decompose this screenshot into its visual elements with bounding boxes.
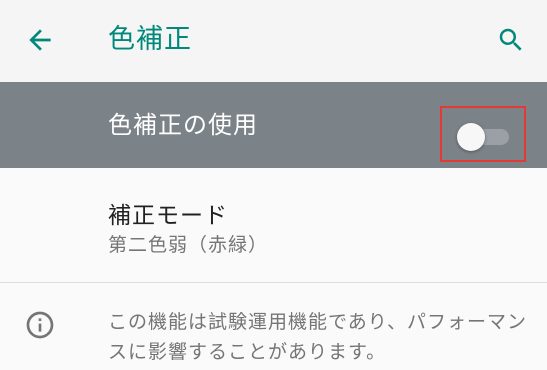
color-correction-toggle[interactable]	[457, 123, 511, 151]
search-icon	[499, 28, 522, 51]
info-footer: この機能は試験運用機能であり、パフォーマンスに影響することがあります。	[0, 283, 547, 370]
master-switch-row[interactable]: 色補正の使用	[0, 82, 547, 168]
back-button[interactable]	[20, 20, 60, 60]
search-button[interactable]	[491, 20, 531, 60]
info-icon	[26, 311, 54, 339]
page-title: 色補正	[108, 24, 192, 55]
arrow-back-icon	[29, 29, 51, 51]
app-bar: 色補正	[0, 0, 547, 82]
correction-mode-title: 補正モード	[108, 203, 228, 229]
toggle-thumb	[457, 123, 485, 151]
color-correction-screen: 色補正 色補正の使用 補正モード 第二色弱（赤緑） この機能は試験運用機能であり…	[0, 0, 547, 370]
correction-mode-summary: 第二色弱（赤緑）	[108, 234, 269, 256]
correction-mode-row[interactable]: 補正モード 第二色弱（赤緑）	[0, 168, 547, 282]
info-text: この機能は試験運用機能であり、パフォーマンスに影響することがあります。	[108, 311, 528, 363]
master-switch-label: 色補正の使用	[108, 111, 258, 139]
